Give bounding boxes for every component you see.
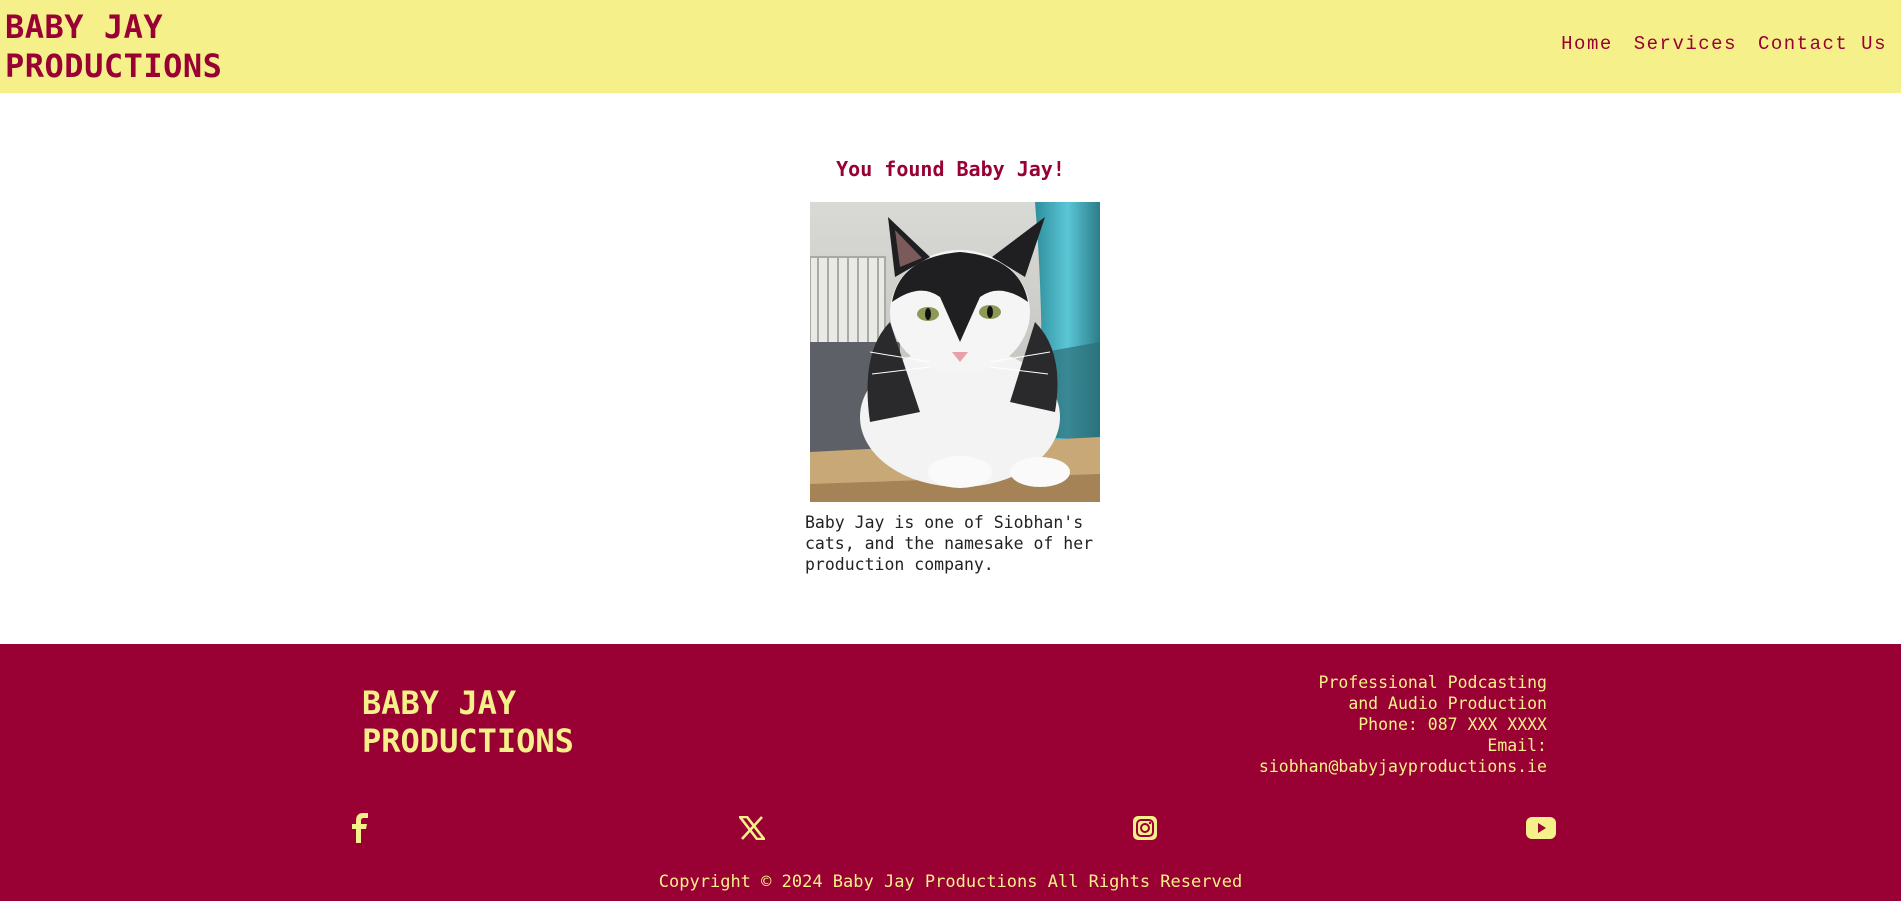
logo-line-1: BABY JAY bbox=[5, 8, 164, 46]
nav-services-link[interactable]: Services bbox=[1634, 33, 1737, 55]
cat-photo bbox=[810, 202, 1100, 502]
page-title: You found Baby Jay! bbox=[836, 157, 1065, 181]
contact-info: Professional Podcasting and Audio Produc… bbox=[1259, 672, 1547, 777]
facebook-icon[interactable] bbox=[344, 813, 378, 843]
footer-logo-line-2: PRODUCTIONS bbox=[362, 722, 574, 760]
email-link[interactable]: siobhan@babyjayproductions.ie bbox=[1259, 756, 1547, 777]
youtube-icon[interactable] bbox=[1524, 813, 1558, 843]
main-nav: Home Services Contact Us bbox=[1561, 33, 1887, 55]
caption-line: Baby Jay is one of Siobhan's bbox=[805, 513, 1084, 532]
site-footer: BABY JAY PRODUCTIONS Professional Podcas… bbox=[0, 644, 1901, 901]
tagline-line-2: and Audio Production bbox=[1348, 694, 1547, 713]
tagline-line-1: Professional Podcasting bbox=[1318, 673, 1547, 692]
instagram-icon[interactable] bbox=[1128, 813, 1162, 843]
site-header: BABY JAY PRODUCTIONS Home Services Conta… bbox=[0, 0, 1901, 93]
phone-text: Phone: 087 XXX XXXX bbox=[1358, 715, 1547, 734]
photo-caption: Baby Jay is one of Siobhan's cats, and t… bbox=[805, 512, 1105, 575]
caption-line: cats, and the namesake of her bbox=[805, 534, 1094, 553]
nav-contact-link[interactable]: Contact Us bbox=[1758, 33, 1887, 55]
copyright-text: Copyright © 2024 Baby Jay Productions Al… bbox=[658, 872, 1243, 892]
x-icon[interactable] bbox=[735, 813, 769, 843]
caption-line: production company. bbox=[805, 555, 994, 574]
email-label: Email: bbox=[1487, 736, 1547, 755]
site-logo[interactable]: BABY JAY PRODUCTIONS bbox=[5, 8, 265, 86]
footer-logo-line-1: BABY JAY bbox=[362, 684, 517, 722]
nav-home-link[interactable]: Home bbox=[1561, 33, 1613, 55]
logo-line-2: PRODUCTIONS bbox=[5, 47, 223, 85]
footer-logo[interactable]: BABY JAY PRODUCTIONS bbox=[362, 684, 622, 760]
